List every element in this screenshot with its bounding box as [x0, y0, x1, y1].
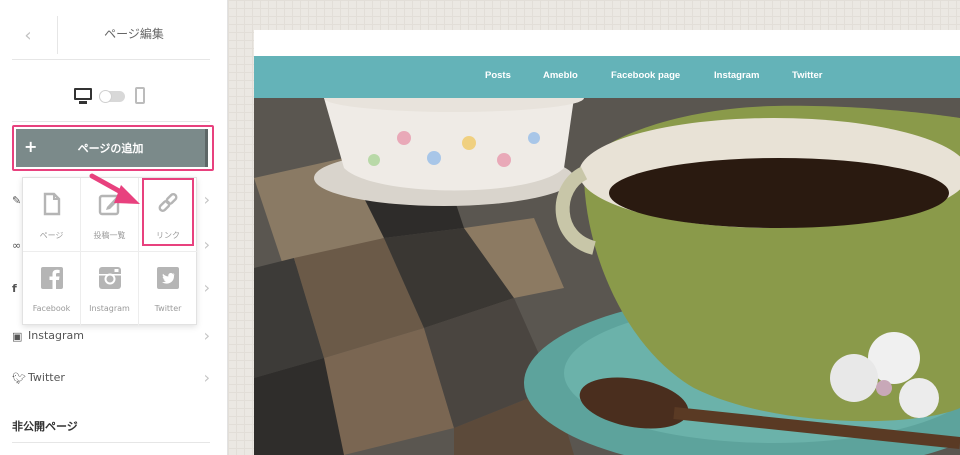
chevron-right-icon: ›: [203, 278, 210, 297]
private-pages-heading: 非公開ページ: [12, 420, 78, 433]
twitter-icon: [157, 267, 179, 289]
menu-item-facebook[interactable]: Facebook: [23, 252, 81, 326]
facebook-icon: f: [12, 282, 17, 295]
chevron-right-icon: ›: [203, 235, 210, 254]
back-button[interactable]: ‹: [12, 22, 44, 50]
menu-item-label: Instagram: [89, 304, 130, 313]
site-nav: Posts Ameblo Facebook page Instagram Twi…: [254, 56, 960, 98]
menu-item-page[interactable]: ページ: [23, 178, 81, 252]
instagram-icon: ▣: [12, 330, 23, 343]
desktop-icon[interactable]: [74, 88, 92, 104]
sidebar-header: ‹ ページ編集: [12, 10, 210, 60]
facebook-icon: [41, 267, 63, 289]
nav-link-instagram[interactable]: Instagram: [714, 70, 759, 81]
site-header: [254, 30, 960, 56]
menu-item-label: Facebook: [32, 304, 71, 313]
divider: [12, 442, 210, 443]
sidebar-item-twitter[interactable]: 🐦︎ Twitter ›: [0, 358, 228, 398]
menu-item-instagram[interactable]: Instagram: [81, 252, 139, 326]
nav-link-twitter[interactable]: Twitter: [792, 70, 822, 81]
page-icon: [43, 192, 61, 216]
chevron-left-icon: ‹: [24, 25, 32, 46]
sidebar-item-label: Twitter: [28, 371, 65, 384]
link-highlight-box: [142, 178, 194, 246]
link-icon: ∞: [12, 239, 22, 252]
chevron-right-icon: ›: [203, 190, 210, 209]
menu-item-label: ページ: [39, 231, 64, 240]
instagram-icon: [99, 267, 121, 289]
menu-item-label: 投稿一覧: [93, 231, 126, 240]
add-page-button-body: + ページの追加: [16, 129, 208, 167]
hero-image: [254, 98, 960, 455]
add-page-label: ページの追加: [77, 142, 144, 155]
toggle-knob: [99, 90, 112, 103]
chevron-right-icon: ›: [203, 368, 210, 387]
add-page-button[interactable]: + ページの追加: [12, 125, 214, 171]
chevron-right-icon: ›: [203, 326, 210, 345]
device-toggle-row: [12, 62, 210, 122]
page-title: ページ編集: [104, 27, 164, 41]
sidebar-item-label: Instagram: [28, 329, 84, 342]
edit-icon: ✎: [12, 194, 22, 207]
pointer-arrow-icon: [89, 173, 140, 204]
nav-link-ameblo[interactable]: Ameblo: [543, 70, 578, 81]
device-toggle[interactable]: [99, 90, 125, 103]
twitter-icon: 🐦︎: [12, 372, 26, 385]
nav-link-posts[interactable]: Posts: [485, 70, 511, 81]
menu-item-twitter[interactable]: Twitter: [139, 252, 197, 326]
mobile-icon[interactable]: [135, 87, 145, 104]
menu-item-label: Twitter: [154, 304, 182, 313]
nav-link-facebook[interactable]: Facebook page: [611, 70, 680, 81]
coffee-cup-photo: [254, 98, 960, 455]
